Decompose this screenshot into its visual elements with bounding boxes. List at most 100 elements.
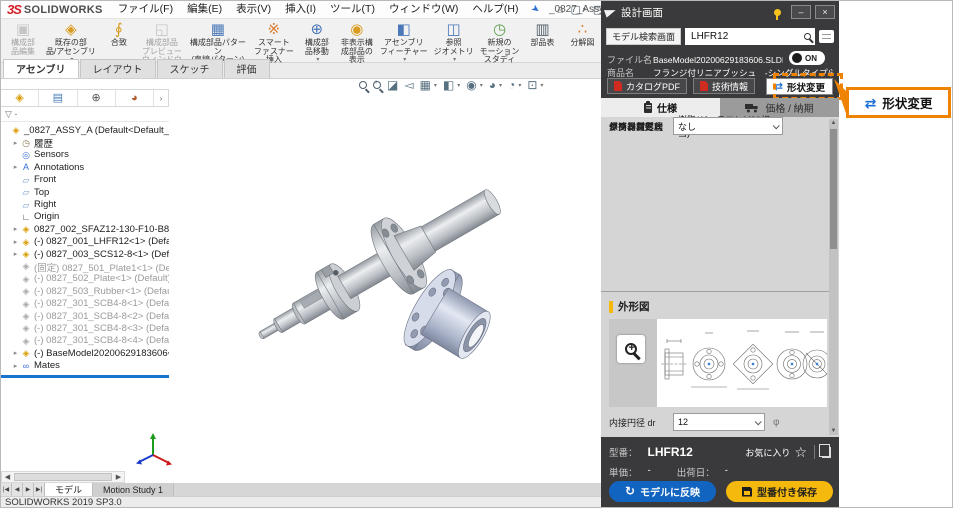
expand-arrow-icon[interactable]: ▸	[11, 225, 20, 233]
configurationmanager-tab-icon[interactable]: ⊕	[78, 90, 116, 106]
chevron-down-icon[interactable]: ▾	[453, 56, 456, 63]
tree-item[interactable]: ▸ ∞ Mates	[1, 359, 169, 371]
tree-item[interactable]: ▸ ◈ (-) 0827_301_SCB4-8<3> (Default)	[1, 322, 169, 334]
tree-item[interactable]: ▸ ∟ Origin	[1, 211, 169, 223]
doc-tab[interactable]: モデル	[45, 483, 93, 496]
graphics-viewport[interactable]: ▾ ▾ ◪ ▾ ◅ ▾	[1, 79, 601, 471]
expand-arrow-icon[interactable]: ▸	[11, 139, 20, 147]
close-button[interactable]: ×	[815, 5, 835, 19]
menu-item[interactable]: 編集(E)	[180, 1, 229, 18]
ribbon-button[interactable]: ▣ 構成部 品編集 ▾	[3, 20, 43, 61]
command-manager-tab[interactable]: スケッチ	[157, 59, 223, 78]
ribbon-button[interactable]: ∮ 合致 ▾	[99, 20, 139, 61]
tree-item[interactable]: ▸ ◈ (-) 0827_502_Plate<1> (Default)	[1, 273, 169, 285]
tab-nav-button[interactable]: |◀	[1, 483, 12, 496]
search-icon[interactable]	[804, 33, 811, 40]
comment-icon[interactable]	[819, 30, 834, 43]
tree-item[interactable]: ▸ ◷ 履歴	[1, 136, 169, 148]
tree-item[interactable]: ▸ ◈ 0827_002_SFAZ12-130-F10-B8-P6-	[1, 223, 169, 235]
ribbon-button[interactable]: ◈ 既存の部 品/アセンブリ ▾	[43, 20, 99, 61]
spec-select[interactable]: なし	[673, 117, 783, 135]
expand-arrow-icon[interactable]: ▸	[11, 349, 20, 357]
propertymanager-tab-icon[interactable]: ▤	[39, 90, 77, 106]
doc-tab[interactable]: Motion Study 1	[93, 483, 174, 496]
copy-icon[interactable]	[822, 447, 831, 458]
menu-item[interactable]: 挿入(I)	[278, 1, 323, 18]
chevron-down-icon[interactable]: ▾	[434, 82, 437, 89]
ribbon-button[interactable]: ◷ 新規の モーション スタディ ▾	[477, 20, 523, 61]
chevron-down-icon[interactable]: ▾	[457, 82, 460, 89]
tree-tabs-more-icon[interactable]: ›	[154, 94, 168, 103]
menu-item[interactable]: ツール(T)	[323, 1, 382, 18]
hud-button[interactable]: ◅ ▾	[404, 79, 413, 92]
tree-item[interactable]: ▸ ▱ Front	[1, 174, 169, 186]
expand-arrow-icon[interactable]: ▸	[11, 362, 20, 370]
menu-item[interactable]: 表示(V)	[229, 1, 278, 18]
command-manager-tab[interactable]: アセンブリ	[3, 59, 79, 78]
tab-nav-button[interactable]: ◀	[12, 483, 23, 496]
scrollbar-thumb[interactable]	[14, 473, 112, 481]
catalog-pdf-button[interactable]: カタログPDF	[607, 78, 687, 94]
tab-nav-button[interactable]: ▶	[23, 483, 34, 496]
ribbon-button[interactable]: ◱ 構成部品 プレビュー ウィンドウ ▾	[139, 20, 185, 61]
tech-info-button[interactable]: 技術情報	[693, 78, 755, 94]
tree-filter[interactable]: ▽ -	[1, 107, 169, 122]
menu-pin-icon[interactable]: ➤	[529, 3, 542, 17]
menu-item[interactable]: ファイル(F)	[111, 1, 180, 18]
expand-arrow-icon[interactable]: ▸	[11, 238, 20, 246]
tree-item[interactable]: ▸ ◈ (固定) 0827_501_Plate1<1> (Defau	[1, 260, 169, 272]
tree-item[interactable]: ▸ ◈ (-) BaseModel20200629183606<1>	[1, 347, 169, 359]
assembly-3d-model[interactable]	[176, 139, 566, 419]
scroll-left-icon[interactable]: ◀	[2, 473, 13, 481]
tree-item[interactable]: ▸ ◈ (-) 0827_301_SCB4-8<4> (Default)	[1, 335, 169, 347]
command-manager-tab[interactable]: 評価	[224, 59, 270, 78]
ribbon-button[interactable]: ◫ 参照 ジオメトリ ▾	[431, 20, 477, 61]
drawing-zoom-button[interactable]	[617, 335, 645, 363]
hud-button[interactable]: ⊡ ▾	[527, 79, 543, 92]
ribbon-button[interactable]: ▦ 構成部品パターン (直線パターン) ▾	[185, 20, 251, 61]
save-with-part-number-button[interactable]: 型番付き保存	[726, 481, 833, 502]
sync-toggle[interactable]: ON	[789, 51, 825, 65]
ribbon-button[interactable]: ◧ アセンブリ フィーチャー ▾	[377, 20, 431, 61]
tree-item[interactable]: ▸ ◈ _0827_ASSY_A (Default<Default_Displ	[1, 124, 169, 136]
scroll-down-icon[interactable]: ▼	[830, 428, 837, 434]
tree-item[interactable]: ▸ ▱ Top	[1, 186, 169, 198]
scroll-up-icon[interactable]: ▲	[830, 120, 837, 126]
tree-item[interactable]: ▸ ▱ Right	[1, 198, 169, 210]
tree-item[interactable]: ▸ ◈ (-) 0827_503_Rubber<1> (Default)	[1, 285, 169, 297]
minimize-button[interactable]: –	[791, 5, 811, 19]
tree-item[interactable]: ▸ ◈ (-) 0827_001_LHFR12<1> (Default	[1, 236, 169, 248]
outline-drawing-thumbnail[interactable]	[657, 319, 827, 407]
tab-nav-button[interactable]: ▶|	[34, 483, 45, 496]
expand-arrow-icon[interactable]: ▸	[11, 250, 20, 258]
shape-change-button[interactable]: ⇄ 形状変更	[766, 78, 833, 95]
chevron-down-icon[interactable]: ▾	[518, 82, 521, 89]
tree-rollback-bar[interactable]	[1, 375, 169, 378]
menu-item[interactable]: ヘルプ(H)	[465, 1, 525, 18]
tree-item[interactable]: ▸ A Annotations	[1, 161, 169, 173]
chevron-down-icon[interactable]: ▾	[316, 56, 319, 63]
ribbon-button[interactable]: ∴ 分解図 ▾	[562, 20, 602, 61]
tree-item[interactable]: ▸ ◎ Sensors	[1, 149, 169, 161]
menu-item[interactable]: ウィンドウ(W)	[382, 1, 465, 18]
hud-button[interactable]: ▦ ▾	[420, 79, 437, 92]
hud-button[interactable]: ◪ ▾	[387, 79, 398, 92]
tree-item[interactable]: ▸ ◈ (-) 0827_301_SCB4-8<2> (Default)	[1, 310, 169, 322]
hud-button[interactable]: ◉ ▾	[466, 79, 483, 92]
hud-button[interactable]: ◕ ▾	[489, 79, 502, 92]
chevron-down-icon[interactable]: ▾	[403, 56, 406, 63]
ribbon-button[interactable]: ▥ 部品表 ▾	[522, 20, 562, 61]
chevron-down-icon[interactable]: ▾	[499, 82, 502, 89]
search-input[interactable]	[689, 30, 804, 43]
hud-button[interactable]: ▾	[359, 81, 367, 89]
displaymanager-tab-icon[interactable]: ◕	[116, 90, 154, 106]
featuremanager-tab-icon[interactable]: ◈	[1, 90, 39, 106]
hud-button[interactable]: ▾	[373, 81, 381, 89]
favorite-button[interactable]: お気に入り ☆	[745, 446, 807, 459]
expand-arrow-icon[interactable]: ▸	[11, 163, 20, 171]
panel-vertical-scrollbar[interactable]: ▲ ▼	[829, 119, 838, 435]
ribbon-button[interactable]: ◉ 非表示構 成部品の 表示 ▾	[337, 20, 377, 61]
ribbon-button[interactable]: ※ スマート ファスナー 挿入 ▾	[251, 20, 297, 61]
hud-button[interactable]: ◧ ▾	[443, 79, 460, 92]
hud-button[interactable]: ◔ ▾	[508, 79, 521, 92]
